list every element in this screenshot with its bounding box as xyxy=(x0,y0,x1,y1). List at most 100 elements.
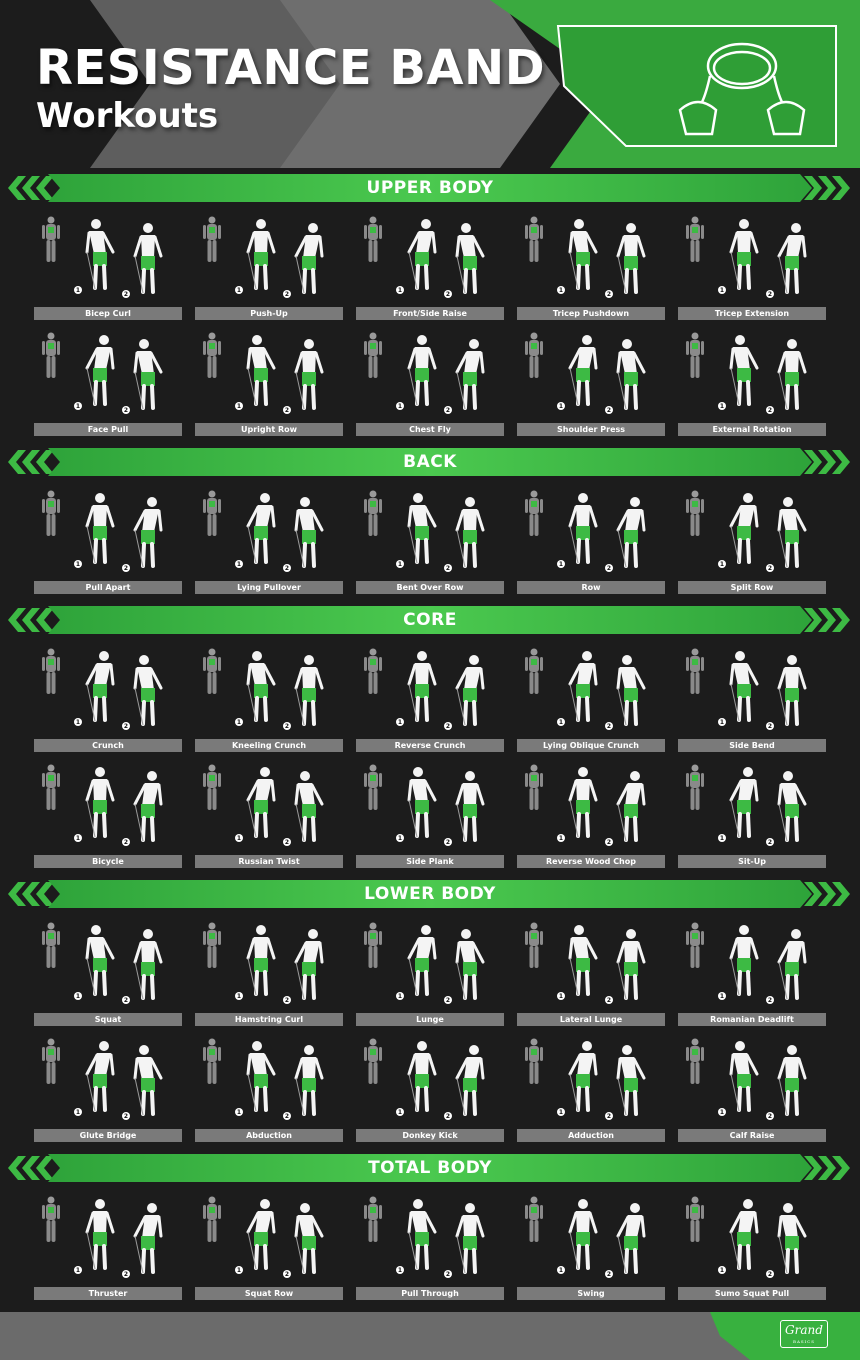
exercise-illustration: 12 xyxy=(718,651,807,730)
exercise-label: Reverse Wood Chop xyxy=(517,855,665,868)
exercise-card: 1 2 Pull Apart xyxy=(34,482,184,594)
svg-text:2: 2 xyxy=(607,723,611,730)
svg-text:2: 2 xyxy=(607,997,611,1004)
svg-text:2: 2 xyxy=(768,1113,772,1120)
resistance-band-icon xyxy=(556,25,837,147)
svg-text:2: 2 xyxy=(124,839,128,846)
svg-text:1: 1 xyxy=(237,403,241,410)
exercise-card: 1 2 Front/Side Raise xyxy=(356,208,506,320)
svg-text:1: 1 xyxy=(76,1267,80,1274)
svg-text:2: 2 xyxy=(446,565,450,572)
svg-text:2: 2 xyxy=(607,291,611,298)
svg-text:1: 1 xyxy=(720,287,724,294)
exercise-illustration: 12 xyxy=(74,651,163,730)
exercise-label: Squat xyxy=(34,1013,182,1026)
exercise-label: Glute Bridge xyxy=(34,1129,182,1142)
svg-text:2: 2 xyxy=(124,291,128,298)
section-title: BACK xyxy=(403,452,457,472)
exercise-card: 1 2 Hamstring Curl xyxy=(195,914,345,1026)
exercise-label: Kneeling Crunch xyxy=(195,739,343,752)
exercise-card: 1 2 Abduction xyxy=(195,1030,345,1142)
svg-text:2: 2 xyxy=(446,1113,450,1120)
exercise-card: 1 2 Row xyxy=(517,482,667,594)
svg-text:2: 2 xyxy=(768,997,772,1004)
exercise-label: Donkey Kick xyxy=(356,1129,504,1142)
exercise-label: Hamstring Curl xyxy=(195,1013,343,1026)
section-header: UPPER BODY xyxy=(0,174,860,202)
svg-text:2: 2 xyxy=(285,291,289,298)
exercise-illustration: 12 xyxy=(396,925,485,1004)
svg-text:1: 1 xyxy=(720,403,724,410)
exercise-illustration: 12 xyxy=(718,1041,807,1120)
exercise-label: External Rotation xyxy=(678,423,826,436)
exercise-card: 1 2 Tricep Extension xyxy=(678,208,828,320)
exercise-label: Pull Apart xyxy=(34,581,182,594)
exercise-label: Side Plank xyxy=(356,855,504,868)
exercise-card: 1 2 Sit-Up xyxy=(678,756,828,868)
exercise-label: Row xyxy=(517,581,665,594)
exercise-card: 1 2 Squat Row xyxy=(195,1188,345,1300)
exercise-card: 1 2 Crunch xyxy=(34,640,184,752)
svg-text:1: 1 xyxy=(559,719,563,726)
exercise-card: 1 2 Tricep Pushdown xyxy=(517,208,667,320)
exercise-label: Abduction xyxy=(195,1129,343,1142)
exercise-illustration: 12 xyxy=(74,1041,163,1120)
footer xyxy=(0,1312,860,1360)
svg-text:1: 1 xyxy=(559,1109,563,1116)
exercise-illustration: 12 xyxy=(396,651,485,730)
svg-text:2: 2 xyxy=(285,1113,289,1120)
svg-text:2: 2 xyxy=(124,407,128,414)
exercise-label: Swing xyxy=(517,1287,665,1300)
svg-text:1: 1 xyxy=(237,287,241,294)
muscle-map-icon xyxy=(525,216,543,262)
exercise-card: 1 2 Bicep Curl xyxy=(34,208,184,320)
exercise-card: 1 2 Kneeling Crunch xyxy=(195,640,345,752)
exercise-card: 1 2 Face Pull xyxy=(34,324,184,436)
exercise-label: Shoulder Press xyxy=(517,423,665,436)
exercise-card: 1 2 Lying Pullover xyxy=(195,482,345,594)
muscle-map-icon xyxy=(203,922,221,968)
exercise-illustration: 12 xyxy=(718,335,807,414)
muscle-map-icon xyxy=(686,922,704,968)
exercise-illustration: 12 xyxy=(74,925,163,1004)
exercise-label: Tricep Pushdown xyxy=(517,307,665,320)
muscle-map-icon xyxy=(203,648,221,694)
exercise-illustration: 12 xyxy=(74,767,163,846)
svg-text:2: 2 xyxy=(124,997,128,1004)
muscle-map-icon xyxy=(525,1196,543,1242)
exercise-illustration: 12 xyxy=(557,335,646,414)
svg-text:1: 1 xyxy=(720,835,724,842)
muscle-map-icon xyxy=(364,764,382,810)
exercise-label: Sit-Up xyxy=(678,855,826,868)
exercise-label: Reverse Crunch xyxy=(356,739,504,752)
muscle-map-icon xyxy=(525,764,543,810)
muscle-map-icon xyxy=(364,648,382,694)
section-title: UPPER BODY xyxy=(366,178,494,198)
svg-text:1: 1 xyxy=(76,993,80,1000)
exercise-label: Crunch xyxy=(34,739,182,752)
exercise-illustration: 12 xyxy=(557,493,646,572)
svg-text:1: 1 xyxy=(76,287,80,294)
exercise-card: 1 2 Upright Row xyxy=(195,324,345,436)
muscle-map-icon xyxy=(364,1038,382,1084)
svg-text:1: 1 xyxy=(76,561,80,568)
exercise-illustration: 12 xyxy=(235,335,324,414)
svg-text:2: 2 xyxy=(446,723,450,730)
exercise-card: 1 2 Lying Oblique Crunch xyxy=(517,640,667,752)
exercise-card: 1 2 Shoulder Press xyxy=(517,324,667,436)
exercise-card: 1 2 External Rotation xyxy=(678,324,828,436)
exercise-card: 1 2 Pull Through xyxy=(356,1188,506,1300)
svg-text:1: 1 xyxy=(559,835,563,842)
page-title: RESISTANCE BAND xyxy=(36,40,546,96)
exercise-card: 1 2 Split Row xyxy=(678,482,828,594)
exercise-card: 1 2 Bent Over Row xyxy=(356,482,506,594)
muscle-map-icon xyxy=(42,764,60,810)
svg-text:1: 1 xyxy=(720,1267,724,1274)
exercise-illustration: 12 xyxy=(235,219,324,298)
exercise-label: Bicep Curl xyxy=(34,307,182,320)
exercise-card: 1 2 Chest Fly xyxy=(356,324,506,436)
svg-text:2: 2 xyxy=(768,839,772,846)
exercise-card: 1 2 Bicycle xyxy=(34,756,184,868)
svg-text:1: 1 xyxy=(559,561,563,568)
svg-text:2: 2 xyxy=(768,1271,772,1278)
